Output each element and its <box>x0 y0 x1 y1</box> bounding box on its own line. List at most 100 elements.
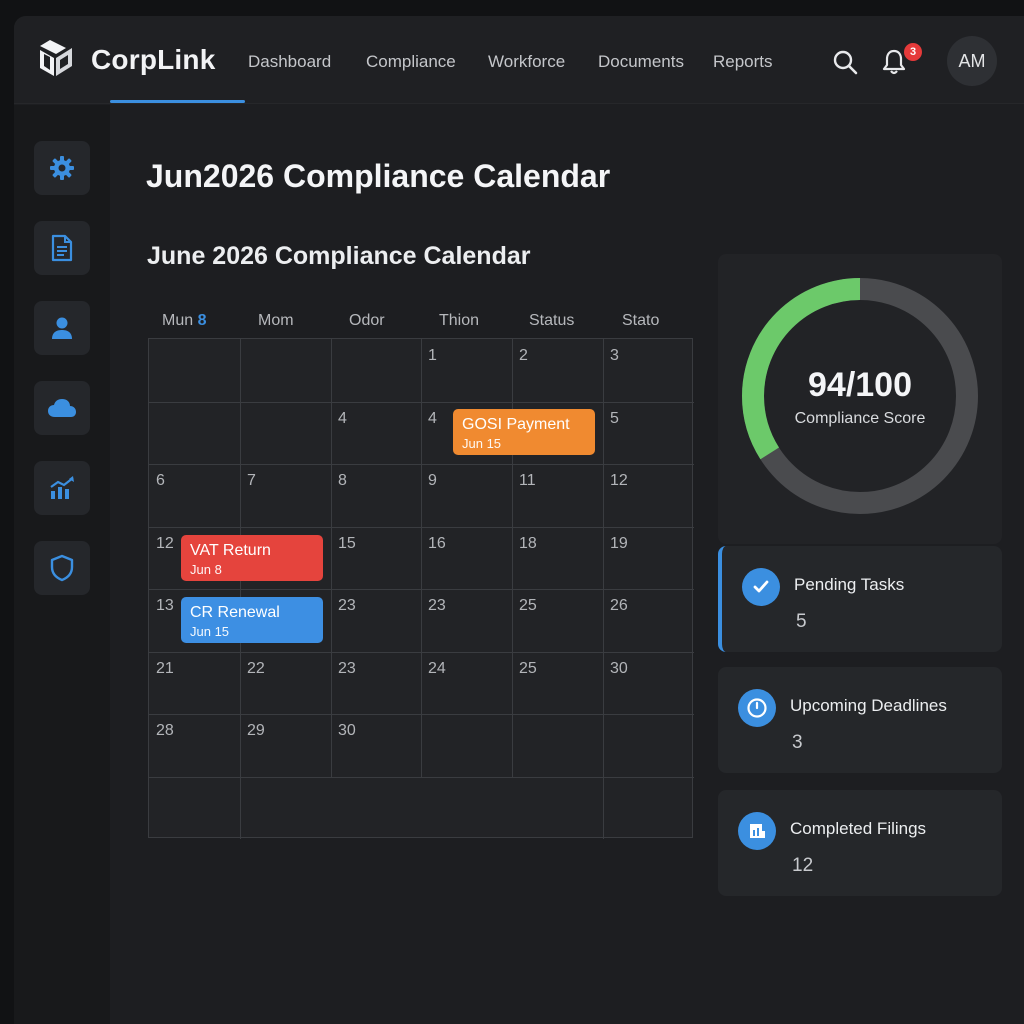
grid-line <box>149 652 694 653</box>
brand-name[interactable]: CorpLink <box>91 44 215 76</box>
page-title: Jun2026 Compliance Calendar <box>146 158 611 194</box>
search-icon[interactable] <box>831 48 859 76</box>
nav-documents[interactable]: Documents <box>598 52 684 72</box>
column-header-text: Mom <box>258 312 294 329</box>
sidebar-item-settings[interactable] <box>34 141 90 195</box>
event-date: Jun 15 <box>190 624 230 639</box>
grid-line <box>421 339 422 777</box>
sidebar-item-security[interactable] <box>34 541 90 595</box>
user-avatar[interactable]: AM <box>947 36 997 86</box>
filing-icon <box>738 812 776 850</box>
calendar-day-cell[interactable]: 26 <box>610 597 628 615</box>
upcoming-deadlines-card[interactable]: Upcoming Deadlines 3 <box>718 667 1002 773</box>
calendar-day-cell[interactable]: 25 <box>519 597 537 615</box>
sidebar-item-reports[interactable] <box>34 461 90 515</box>
calendar-day-cell[interactable]: 30 <box>338 722 356 740</box>
calendar-day-cell[interactable]: 12 <box>610 472 628 490</box>
completed-filings-value: 12 <box>792 855 814 876</box>
calendar-day-cell[interactable]: 5 <box>610 410 619 428</box>
pending-tasks-label: Pending Tasks <box>794 575 905 594</box>
nav-dashboard[interactable]: Dashboard <box>248 52 331 72</box>
calendar-day-cell[interactable]: 23 <box>338 597 356 615</box>
completed-filings-card[interactable]: Completed Filings 12 <box>718 790 1002 896</box>
grid-line <box>149 777 694 778</box>
grid-line <box>512 339 513 777</box>
calendar-day-cell[interactable]: 3 <box>610 347 619 365</box>
calendar-day-cell[interactable]: 4 <box>338 410 347 428</box>
calendar-day-cell[interactable]: 16 <box>428 535 446 553</box>
calendar-event[interactable]: GOSI Payment Jun 15 <box>453 409 595 455</box>
column-header-text: Status <box>529 312 575 329</box>
pending-tasks-value: 5 <box>796 611 807 632</box>
calendar-day-cell[interactable]: 9 <box>428 472 437 490</box>
nav-workforce[interactable]: Workforce <box>488 52 565 72</box>
compliance-score-value: 94/100 <box>808 366 912 404</box>
calendar-day-cell[interactable]: 24 <box>428 660 446 678</box>
calendar-day-cell[interactable]: 22 <box>247 660 265 678</box>
check-circle-icon <box>742 568 780 606</box>
calendar-day-cell[interactable]: 11 <box>519 472 536 490</box>
column-header-text: Mun <box>162 312 198 329</box>
calendar-day-cell[interactable]: 6 <box>156 472 165 490</box>
grid-line <box>331 339 332 777</box>
calendar-day-cell[interactable]: 12 <box>156 535 174 553</box>
sidebar-item-users[interactable] <box>34 301 90 355</box>
compliance-score-card[interactable]: 94/100 Compliance Score <box>718 254 1002 544</box>
calendar-day-cell[interactable]: 1 <box>428 347 437 365</box>
compliance-score-label: Compliance Score <box>794 410 926 427</box>
calendar-day-cell[interactable]: 7 <box>247 472 256 490</box>
sidebar <box>14 105 110 1024</box>
calendar-day-cell[interactable]: 15 <box>338 535 356 553</box>
column-header-text: Stato <box>622 312 660 329</box>
calendar-day-cell[interactable]: 4 <box>428 410 437 428</box>
calendar-day-cell[interactable]: 8 <box>338 472 347 490</box>
nav-reports[interactable]: Reports <box>713 52 773 72</box>
chart-icon <box>50 476 74 499</box>
grid-line <box>149 527 694 528</box>
pending-tasks-card[interactable]: Pending Tasks 5 <box>718 546 1002 652</box>
calendar-day-cell[interactable]: 29 <box>247 722 265 740</box>
calendar-column-header: Mom <box>258 312 294 330</box>
grid-line <box>149 402 694 403</box>
upcoming-deadlines-value: 3 <box>792 732 803 753</box>
nav-active-indicator <box>110 100 245 103</box>
calendar-day-cell[interactable]: 18 <box>519 535 537 553</box>
grid-line <box>149 464 694 465</box>
gear-icon <box>50 156 74 180</box>
event-title: VAT Return <box>190 542 271 559</box>
calendar-grid: 1 2 3 4 4 5 6 7 8 9 11 12 12 15 16 18 19 13 23 23 25 26 21 22 23… <box>148 338 694 839</box>
calendar-day-cell[interactable]: 28 <box>156 722 174 740</box>
event-date: Jun 15 <box>462 436 502 451</box>
nav-compliance[interactable]: Compliance <box>366 52 456 72</box>
calendar-day-cell[interactable]: 23 <box>338 660 356 678</box>
event-date: Jun 8 <box>190 562 222 577</box>
calendar-column-header: Odor <box>349 312 385 330</box>
event-title: CR Renewal <box>190 604 280 621</box>
calendar-day-cell[interactable]: 21 <box>156 660 174 678</box>
calendar-day-cell[interactable]: 2 <box>519 347 528 365</box>
document-icon <box>51 234 73 262</box>
calendar-day-cell[interactable]: 30 <box>610 660 628 678</box>
calendar-event[interactable]: VAT Return Jun 8 <box>181 535 323 581</box>
clock-icon <box>738 689 776 727</box>
calendar-day-cell[interactable]: 23 <box>428 597 446 615</box>
top-bar: CorpLink Dashboard Compliance Workforce … <box>14 16 1024 104</box>
calendar-day-cell[interactable]: 13 <box>156 597 174 615</box>
user-icon <box>52 317 72 339</box>
event-title: GOSI Payment <box>462 416 570 433</box>
calendar-column-header: Mun 8 <box>162 312 206 330</box>
calendar-title: June 2026 Compliance Calendar <box>147 242 531 270</box>
calendar-column-header: Status <box>529 312 574 330</box>
calendar-day-cell[interactable]: 25 <box>519 660 537 678</box>
calendar-column-header: Thion <box>439 312 479 330</box>
calendar-day-cell[interactable]: 19 <box>610 535 628 553</box>
calendar-column-header: Stato <box>622 312 659 330</box>
app-window: CorpLink Dashboard Compliance Workforce … <box>14 16 1024 1024</box>
corplink-logo-icon[interactable] <box>36 38 76 82</box>
sidebar-item-documents[interactable] <box>34 221 90 275</box>
calendar-event[interactable]: CR Renewal Jun 15 <box>181 597 323 643</box>
completed-filings-label: Completed Filings <box>790 819 927 838</box>
shield-icon <box>50 554 74 582</box>
sidebar-item-cloud[interactable] <box>34 381 90 435</box>
notification-badge: 3 <box>904 43 922 61</box>
